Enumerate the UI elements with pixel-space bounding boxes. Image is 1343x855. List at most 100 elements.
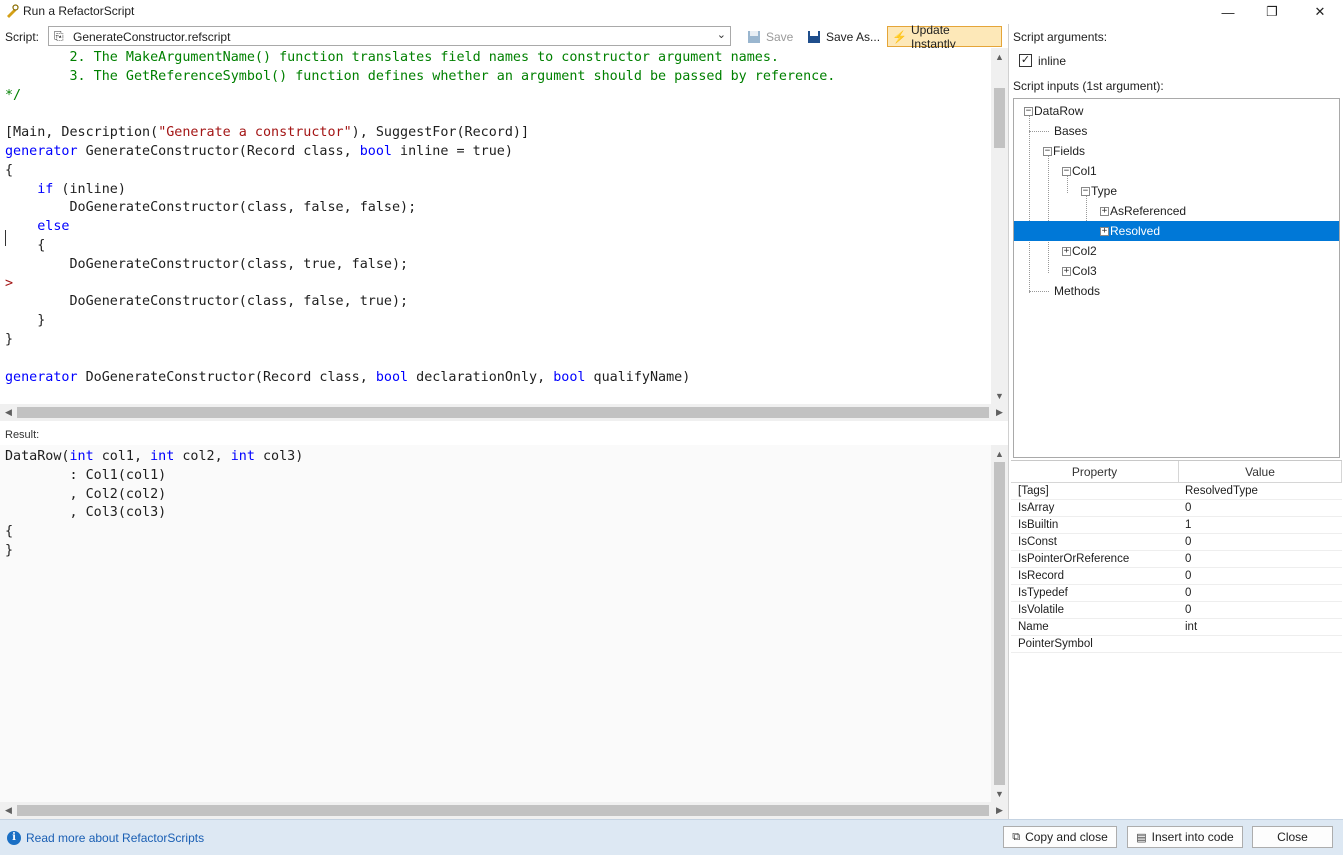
result-line: DataRow(int col1, int col2, int col3) (5, 449, 304, 464)
tree-node-bases[interactable]: Bases (1054, 121, 1087, 141)
tree-node-col3[interactable]: + Col3 (1062, 261, 1097, 281)
save-as-button[interactable]: Save As... (803, 26, 884, 47)
property-row[interactable]: IsBuiltin 1 (1011, 517, 1342, 534)
collapse-icon[interactable]: − (1024, 106, 1033, 116)
property-name: IsPointerOrReference (1018, 553, 1130, 565)
property-name: Name (1018, 621, 1049, 633)
close-window-button[interactable]: ✕ (1297, 0, 1343, 24)
scroll-down-arrow[interactable]: ▼ (991, 387, 1008, 404)
tree-node-fields[interactable]: − Fields (1043, 141, 1085, 161)
app-icon (7, 4, 19, 18)
copy-and-close-label: Copy and close (1025, 830, 1108, 844)
tree-node-resolved[interactable]: + Resolved (1014, 221, 1339, 241)
scroll-thumb[interactable] (994, 88, 1005, 148)
scroll-up-arrow[interactable]: ▲ (991, 48, 1008, 65)
property-row[interactable]: IsArray 0 (1011, 500, 1342, 517)
code-line: */ (5, 87, 22, 103)
scroll-up-arrow[interactable]: ▲ (991, 445, 1008, 462)
scroll-thumb[interactable] (17, 407, 989, 418)
property-value: 1 (1185, 519, 1192, 531)
copy-and-close-button[interactable]: ⧉ Copy and close (1003, 826, 1117, 848)
keyword: if (37, 181, 54, 197)
inline-checkbox-label[interactable]: inline (1038, 54, 1066, 68)
inputs-tree[interactable]: − DataRow Bases − Fields − Col1 − Type +… (1013, 98, 1340, 458)
result-label: Result: (5, 429, 40, 441)
property-row[interactable]: IsVolatile 0 (1011, 602, 1342, 619)
restore-button[interactable]: ❐ (1249, 0, 1295, 24)
result-line: : Col1(col1) (5, 467, 167, 483)
property-value: 0 (1185, 570, 1192, 582)
property-name: PointerSymbol (1018, 638, 1093, 650)
tree-connector (1048, 156, 1049, 273)
scroll-right-arrow[interactable]: ▶ (991, 802, 1008, 819)
info-icon: i (7, 831, 21, 845)
property-name: IsVolatile (1018, 604, 1065, 616)
tree-node-datarow[interactable]: − DataRow (1024, 101, 1083, 121)
collapse-icon[interactable]: − (1081, 186, 1090, 196)
property-row[interactable]: Name int (1011, 619, 1342, 636)
collapse-icon[interactable]: − (1043, 146, 1052, 156)
script-select[interactable]: ⎘ GenerateConstructor.refscript ⌄ (48, 26, 731, 46)
property-name: IsArray (1018, 502, 1055, 514)
tree-node-type[interactable]: − Type (1081, 181, 1117, 201)
tree-node-methods[interactable]: Methods (1054, 281, 1100, 301)
property-value: int (1185, 621, 1198, 633)
property-row[interactable]: PointerSymbol (1011, 636, 1342, 653)
minimize-button[interactable]: — (1205, 0, 1251, 24)
script-side-panel: Script arguments: ✓ inline Script inputs… (1008, 24, 1343, 819)
script-editor[interactable]: 2. The MakeArgumentName() function trans… (0, 48, 991, 404)
property-name: IsTypedef (1018, 587, 1068, 599)
code-line: generator DoGenerateConstructor(Record c… (5, 369, 691, 385)
close-button[interactable]: Close (1252, 826, 1333, 848)
scroll-thumb[interactable] (994, 462, 1005, 785)
insert-into-code-label: Insert into code (1151, 830, 1234, 844)
code-horizontal-scrollbar[interactable]: ◀ ▶ (0, 404, 1008, 421)
title-bar: Run a RefactorScript — ❐ ✕ (0, 0, 1343, 24)
scroll-left-arrow[interactable]: ◀ (0, 802, 17, 819)
expand-icon[interactable]: + (1100, 226, 1109, 236)
tree-node-label: DataRow (1034, 104, 1084, 118)
tree-node-asreferenced[interactable]: + AsReferenced (1100, 201, 1186, 221)
property-row[interactable]: IsTypedef 0 (1011, 585, 1342, 602)
inline-checkbox[interactable]: ✓ (1019, 54, 1032, 67)
code-line: } (5, 331, 14, 347)
result-vertical-scrollbar[interactable]: ▲ ▼ (991, 445, 1008, 802)
scroll-down-arrow[interactable]: ▼ (991, 785, 1008, 802)
keyword: bool (375, 369, 409, 385)
scroll-right-arrow[interactable]: ▶ (991, 404, 1008, 421)
chevron-down-icon: ⌄ (716, 29, 726, 41)
scroll-left-arrow[interactable]: ◀ (0, 404, 17, 421)
update-instantly-button[interactable]: ⚡ Update Instantly (887, 23, 1002, 51)
keyword: generator (5, 143, 78, 159)
result-horizontal-scrollbar[interactable]: ◀ ▶ (0, 802, 1008, 819)
code-line: } (5, 313, 46, 329)
insert-icon: ▤ (1136, 831, 1147, 844)
property-row[interactable]: IsConst 0 (1011, 534, 1342, 551)
column-header-value[interactable]: Value (1179, 461, 1342, 483)
expand-icon[interactable]: + (1100, 206, 1109, 216)
property-grid[interactable]: Property Value [Tags] ResolvedType IsArr… (1011, 460, 1342, 819)
tree-node-col1[interactable]: − Col1 (1062, 161, 1097, 181)
property-row[interactable]: IsPointerOrReference 0 (1011, 551, 1342, 568)
collapse-icon[interactable]: − (1062, 166, 1071, 176)
property-row[interactable]: IsRecord 0 (1011, 568, 1342, 585)
column-header-property[interactable]: Property (1011, 461, 1179, 483)
keyword: generator (5, 369, 78, 385)
code-vertical-scrollbar[interactable]: ▲ ▼ (991, 48, 1008, 404)
scroll-thumb[interactable] (17, 805, 989, 816)
tree-node-label: Resolved (1110, 224, 1161, 238)
insert-into-code-button[interactable]: ▤ Insert into code (1127, 826, 1243, 848)
text-cursor (5, 230, 6, 246)
property-value: 0 (1185, 536, 1192, 548)
expand-icon[interactable]: + (1062, 266, 1071, 276)
result-output[interactable]: DataRow(int col1, int col2, int col3) : … (0, 445, 991, 802)
property-value: 0 (1185, 553, 1192, 565)
read-more-link[interactable]: Read more about RefactorScripts (26, 831, 204, 845)
result-line: { (5, 524, 14, 540)
save-button[interactable]: Save (743, 26, 797, 47)
property-row[interactable]: [Tags] ResolvedType (1011, 483, 1342, 500)
script-code: 2. The MakeArgumentName() function trans… (5, 49, 835, 387)
tree-node-col2[interactable]: + Col2 (1062, 241, 1097, 261)
code-line: DoGenerateConstructor(class, true, false… (5, 256, 409, 272)
expand-icon[interactable]: + (1062, 246, 1071, 256)
